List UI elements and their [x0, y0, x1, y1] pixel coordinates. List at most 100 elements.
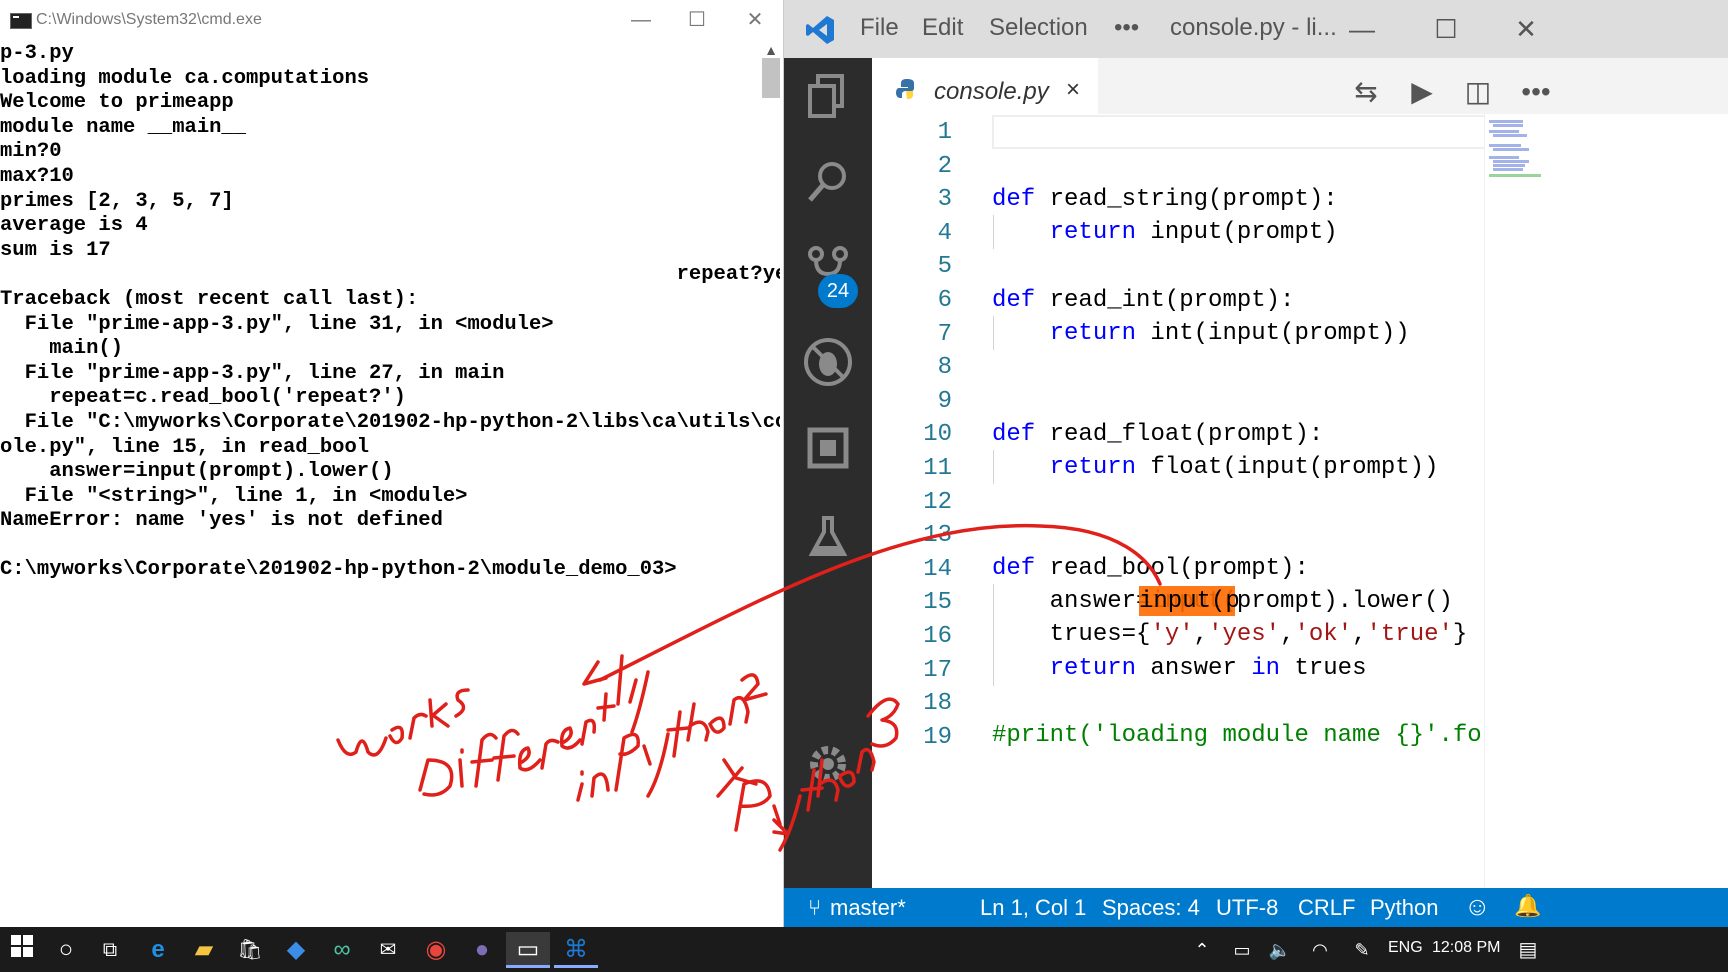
dropbox-icon[interactable]: ◆ — [274, 932, 318, 968]
cmd-output-line: sum is 17 — [0, 238, 111, 262]
line-number-gutter: 1 2 3 4 5 6 7 8 9 10 11 12 13 14 15 16 17 18 19 — [872, 114, 952, 880]
code-line-19: #print('loading module name {}'.format — [992, 722, 1484, 749]
python-file-icon — [896, 78, 918, 100]
tray-chevron-icon[interactable]: ⌃ — [1180, 932, 1224, 968]
file-explorer-icon[interactable]: ▰ — [182, 932, 226, 968]
windows-start-icon[interactable] — [0, 932, 44, 968]
cmd-maximize-button[interactable]: ☐ — [682, 6, 712, 34]
code-line-17: return answer in trues — [1049, 655, 1367, 682]
cursor-position[interactable]: Ln 1, Col 1 — [980, 895, 1086, 921]
action-center-icon[interactable]: ▤ — [1506, 932, 1550, 968]
vscode-taskbar-icon[interactable]: ⌘ — [554, 932, 598, 968]
line-number: 6 — [937, 287, 952, 314]
menu-file[interactable]: File — [860, 14, 899, 42]
more-actions-icon[interactable]: ••• — [1516, 72, 1556, 112]
cmd-output-line: repeat?yes — [0, 263, 780, 287]
code-line-6: def read_int(prompt): — [992, 287, 1295, 314]
source-control-icon[interactable]: 24 — [802, 244, 858, 308]
cmd-title-bar[interactable]: C:\Windows\System32\cmd.exe — ☐ ✕ — [0, 0, 783, 40]
line-number: 11 — [923, 455, 952, 482]
code-editor[interactable]: def read_string(prompt): return input(pr… — [992, 114, 1484, 880]
code-line-4: return input(prompt) — [1049, 219, 1338, 246]
tab-console-py[interactable]: console.py × — [872, 58, 1098, 122]
code-line-10: def read_float(prompt): — [992, 421, 1324, 448]
cmd-output-line: ole.py", line 15, in read_bool — [0, 435, 370, 459]
run-icon[interactable]: ▶ — [1402, 72, 1442, 112]
input-language[interactable]: ENG — [1388, 939, 1423, 957]
feedback-smiley-icon[interactable]: ☺ — [1464, 891, 1491, 922]
debug-icon[interactable] — [802, 336, 854, 388]
cmd-title: C:\Windows\System32\cmd.exe — [36, 11, 262, 28]
wifi-icon[interactable]: ◠ — [1298, 932, 1342, 968]
indentation[interactable]: Spaces: 4 — [1102, 895, 1200, 921]
language-mode[interactable]: Python — [1370, 895, 1439, 921]
cmd-scrollbar[interactable]: ▲ — [760, 40, 782, 927]
notifications-bell-icon[interactable]: 🔔 — [1514, 893, 1541, 919]
volume-muted-icon[interactable]: 🔈 — [1258, 932, 1302, 968]
line-number: 19 — [923, 723, 952, 751]
cmd-output-line: repeat=c.read_bool('repeat?') — [0, 386, 406, 410]
cmd-output-line: Welcome to primeapp — [0, 91, 234, 115]
scroll-up-icon[interactable]: ▲ — [760, 40, 782, 60]
scm-badge: 24 — [818, 274, 858, 308]
git-branch-icon[interactable]: ⑂ — [808, 895, 821, 921]
line-number: 17 — [923, 656, 952, 684]
encoding[interactable]: UTF-8 — [1216, 895, 1278, 921]
vscode-maximize-button[interactable]: ☐ — [1424, 10, 1468, 48]
test-flask-icon[interactable] — [802, 512, 854, 564]
cortana-search-icon[interactable]: ○ — [44, 932, 88, 968]
vscode-minimize-button[interactable]: — — [1340, 10, 1384, 48]
pen-ink-icon[interactable]: ✎ — [1340, 932, 1384, 968]
compare-changes-icon[interactable]: ⇆ — [1346, 72, 1386, 112]
clock[interactable]: 12:08 PM — [1432, 939, 1500, 957]
split-editor-icon[interactable]: ◫ — [1458, 72, 1498, 112]
line-ending[interactable]: CRLF — [1298, 895, 1355, 921]
cmd-taskbar-icon[interactable]: ▭ — [506, 932, 550, 968]
search-icon[interactable] — [802, 158, 854, 210]
code-line-3: def read_string(prompt): — [992, 186, 1338, 213]
extensions-icon[interactable] — [802, 424, 854, 476]
cmd-output-line: File "prime-app-3.py", line 31, in <modu… — [0, 312, 554, 336]
edge-browser-icon[interactable]: e — [136, 932, 180, 968]
cmd-app-icon — [10, 13, 32, 29]
cmd-close-button[interactable]: ✕ — [740, 6, 770, 34]
scroll-thumb[interactable] — [762, 58, 780, 98]
cmd-output-line: primes [2, 3, 5, 7] — [0, 189, 234, 213]
infinity-app-icon[interactable]: ∞ — [320, 932, 364, 968]
line-number: 15 — [923, 589, 952, 617]
line-number: 13 — [923, 522, 952, 550]
settings-gear-icon[interactable] — [802, 740, 854, 792]
cmd-output-line — [0, 534, 780, 559]
chrome-icon[interactable]: ◉ — [414, 932, 458, 968]
menu-edit[interactable]: Edit — [922, 14, 963, 42]
cmd-output[interactable]: p-3.py loading module ca.computations Welc… — [0, 42, 780, 927]
code-line-11: return float(input(prompt)) — [1049, 454, 1439, 481]
line-number: 18 — [923, 690, 952, 718]
line-number: 8 — [937, 354, 952, 382]
activity-bar: 24 — [784, 58, 872, 888]
menu-more[interactable]: ••• — [1114, 14, 1139, 42]
store-icon[interactable]: 🛍 — [228, 932, 272, 968]
cmd-output-line: min?0 — [0, 140, 62, 164]
line-number: 12 — [923, 488, 952, 516]
indent-guide — [993, 316, 994, 350]
tab-close-icon[interactable]: × — [1066, 76, 1080, 104]
branch-name[interactable]: master* — [830, 895, 906, 921]
task-view-icon[interactable]: ⧉ — [88, 932, 132, 968]
editor-right-margin — [1566, 114, 1728, 888]
cmd-output-line: C:\myworks\Corporate\201902-hp-python-2\… — [0, 558, 677, 582]
cmd-output-line: Traceback (most recent call last): — [0, 287, 419, 311]
window-title: console.py - li... — [1170, 14, 1337, 41]
highlighted-text: input(p — [1139, 588, 1240, 615]
menu-selection[interactable]: Selection — [989, 14, 1088, 42]
eclipse-icon[interactable]: ● — [460, 932, 504, 968]
line-number: 10 — [923, 421, 952, 449]
cmd-minimize-button[interactable]: — — [626, 6, 656, 34]
mail-icon[interactable]: ✉ — [366, 932, 410, 968]
minimap[interactable] — [1484, 114, 1567, 888]
explorer-icon[interactable] — [802, 72, 854, 124]
cmd-output-line: NameError: name 'yes' is not defined — [0, 509, 443, 533]
vscode-close-button[interactable]: ✕ — [1504, 10, 1548, 48]
status-bar: ⑂ master* Ln 1, Col 1 Spaces: 4 UTF-8 CR… — [784, 888, 1728, 927]
indent-guide — [993, 215, 994, 249]
